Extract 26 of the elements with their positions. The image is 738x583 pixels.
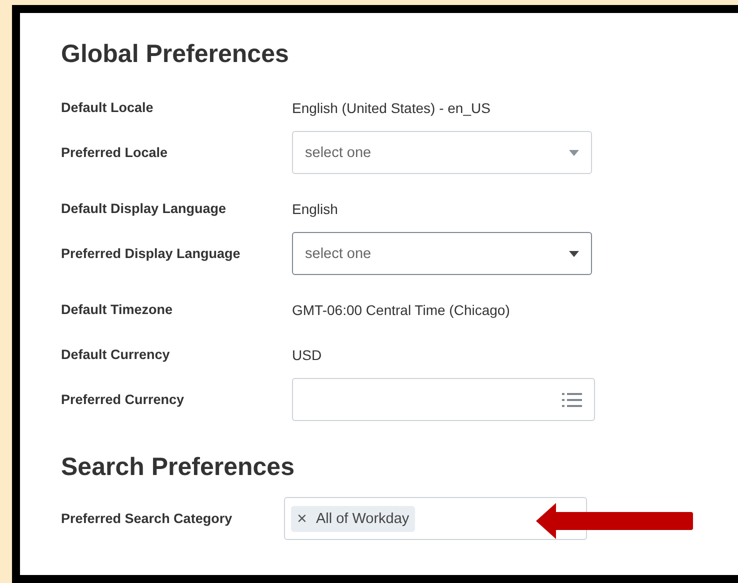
chip-label: All of Workday [316,510,410,526]
field-value: USD [292,346,322,362]
selected-chip[interactable]: × All of Workday [291,506,416,532]
caret-icon [569,150,579,156]
field-value: English [292,200,338,216]
field-label: Default Currency [61,347,171,362]
section-heading: Global Preferences [61,39,290,69]
field-label: Default Display Language [61,201,228,216]
field-label: Preferred Locale [61,145,169,160]
placeholder-text: select one [305,144,372,160]
field-label: Preferred Display Language [61,246,242,261]
remove-icon[interactable]: × [297,508,307,528]
field-label: Default Timezone [61,302,174,317]
placeholder-text: select one [305,246,372,262]
field-value: GMT-06:00 Central Time (Chicago) [292,302,510,318]
list-icon[interactable] [562,392,582,408]
dropdown-field[interactable]: select one [292,131,592,174]
input-field[interactable]: × All of Workday [284,497,587,540]
field-label: Preferred Search Category [61,511,234,526]
field-value: English (United States) - en_US [292,100,490,116]
field-label: Default Locale [61,100,154,115]
dropdown-field[interactable]: select one [292,232,592,275]
caret-icon [569,250,579,256]
section-heading: Search Preferences [61,452,296,482]
field-label: Preferred Currency [61,392,186,407]
input-field[interactable] [292,378,595,421]
